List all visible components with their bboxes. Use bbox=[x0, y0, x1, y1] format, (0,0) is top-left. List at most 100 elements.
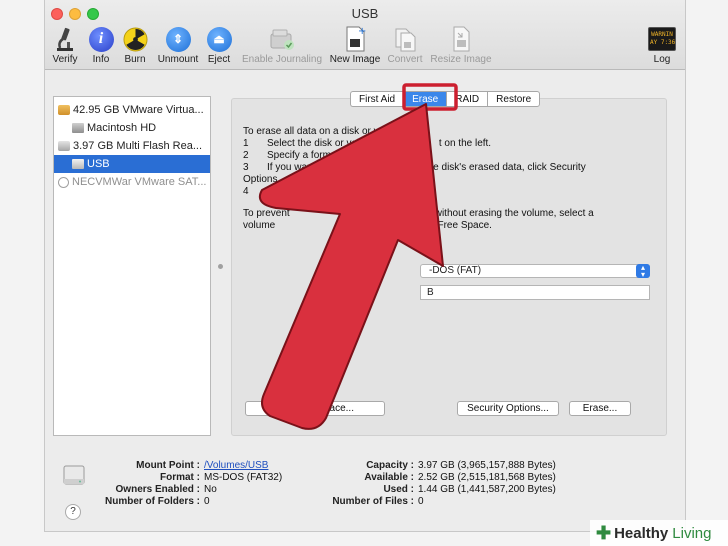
select-stepper-icon: ▴ ▾ bbox=[636, 264, 650, 279]
unmount-button[interactable]: ⇕ Unmount bbox=[155, 24, 201, 65]
unmount-icon: ⇕ bbox=[165, 26, 191, 52]
sidebar-item-label: Macintosh HD bbox=[87, 122, 157, 134]
background-left bbox=[0, 0, 44, 546]
info-owners-value: No bbox=[204, 484, 217, 495]
usb-disk-icon bbox=[58, 141, 70, 151]
name-field-value: B bbox=[427, 287, 434, 298]
convert-icon bbox=[395, 28, 416, 52]
burn-label: Burn bbox=[124, 54, 146, 65]
instructions-step-1: Select the disk or volu bbox=[267, 138, 365, 149]
name-field[interactable]: B bbox=[420, 285, 650, 300]
sidebar-item-usb[interactable]: USB bbox=[54, 155, 210, 173]
info-owners-label: Owners Enabled : bbox=[115, 484, 200, 495]
info-icon: i bbox=[88, 26, 114, 52]
sidebar-item-flash-reader[interactable]: 3.97 GB Multi Flash Rea... bbox=[54, 137, 210, 155]
new-image-button[interactable]: + New Image bbox=[328, 24, 382, 65]
instructions-step-4: Click Erase bbox=[267, 186, 318, 197]
console-log-icon: WARNIN AY 7:36 bbox=[648, 27, 676, 51]
step-number: 1 bbox=[243, 138, 249, 149]
sidebar-item-macintosh-hd[interactable]: Macintosh HD bbox=[54, 119, 210, 137]
instructions-step-3: If you want to pre bbox=[267, 162, 344, 173]
instructions-step-3-cont: Options. bbox=[243, 174, 281, 185]
info-files-value: 0 bbox=[418, 496, 424, 507]
log-icon-line-1: WARNIN bbox=[651, 31, 673, 38]
log-button[interactable]: WARNIN AY 7:36 Log bbox=[645, 24, 679, 65]
resize-image-label: Resize Image bbox=[430, 54, 492, 65]
eject-button[interactable]: ⏏ Eject bbox=[205, 24, 233, 65]
instructions-prevent-tail: leted files without erasing the volume, … bbox=[389, 208, 594, 219]
security-options-button[interactable]: Security Options... bbox=[457, 401, 559, 416]
journal-disk-icon bbox=[270, 29, 294, 50]
healthy-living-watermark: ✚ Healthy Living bbox=[590, 520, 728, 546]
background-right bbox=[686, 0, 728, 546]
instructions-step-1-tail: t on the left. bbox=[438, 138, 492, 149]
erase-instructions: To erase all data on a disk or volu 1 Sel… bbox=[243, 126, 653, 232]
info-mount-point-label: Mount Point : bbox=[136, 460, 200, 471]
instructions-step-3-tail: of the disk's erased data, click Securit… bbox=[413, 162, 586, 173]
info-available-value: 2.52 GB (2,515,181,568 Bytes) bbox=[418, 472, 556, 483]
info-folders-label: Number of Folders : bbox=[104, 496, 200, 507]
window-title: USB bbox=[351, 6, 379, 21]
tab-bar: First Aid Erase RAID Restore bbox=[350, 91, 541, 107]
titlebar: USB Verify i Info Burn ⇕ Unmount ⏏ Eject bbox=[45, 0, 685, 70]
new-image-label: New Image bbox=[329, 54, 381, 65]
watermark-brand: Healthy bbox=[614, 524, 669, 542]
tab-raid[interactable]: RAID bbox=[446, 91, 488, 107]
split-handle[interactable] bbox=[218, 264, 223, 269]
convert-button[interactable]: Convert bbox=[385, 24, 425, 65]
step-number: 4 bbox=[243, 186, 249, 197]
info-used-value: 1.44 GB (1,441,587,200 Bytes) bbox=[418, 484, 556, 495]
verify-button[interactable]: Verify bbox=[51, 24, 79, 65]
info-used-label: Used : bbox=[383, 484, 414, 495]
instructions-volume-tail: rase Free Space. bbox=[415, 220, 492, 231]
resize-image-button[interactable]: Resize Image bbox=[428, 24, 494, 65]
verify-label: Verify bbox=[52, 54, 78, 65]
watermark-brand-2: Living bbox=[672, 524, 712, 542]
sidebar-item-optical-drive[interactable]: NECVMWar VMware SAT... bbox=[54, 173, 210, 191]
info-mount-point-link[interactable]: /Volumes/USB bbox=[200, 460, 268, 472]
new-image-icon: + bbox=[346, 26, 366, 52]
help-button[interactable]: ? bbox=[65, 504, 81, 520]
sidebar-item-label: NECVMWar VMware SAT... bbox=[72, 176, 207, 188]
hard-disk-icon bbox=[58, 105, 70, 115]
health-plus-icon: ✚ bbox=[596, 522, 612, 543]
format-select-value: -DOS (FAT) bbox=[429, 265, 482, 276]
format-select[interactable]: -DOS (FAT) ▴ ▾ bbox=[420, 264, 650, 279]
svg-text:+: + bbox=[358, 26, 366, 37]
log-icon-line-2: AY 7:36 bbox=[650, 39, 676, 46]
volume-icon bbox=[72, 123, 84, 133]
radiation-icon bbox=[122, 26, 148, 52]
volume-info-right: Capacity :3.97 GB (3,965,157,888 Bytes) … bbox=[318, 460, 556, 508]
instructions-intro: To erase all data on a disk or volu bbox=[243, 126, 392, 137]
info-format-label: Format : bbox=[160, 472, 200, 483]
volume-info-left: Mount Point :/Volumes/USB Format : MS-DOS… bbox=[100, 460, 282, 508]
info-available-label: Available : bbox=[364, 472, 414, 483]
info-folders-value: 0 bbox=[204, 496, 210, 507]
sidebar-item-label: 3.97 GB Multi Flash Rea... bbox=[73, 140, 202, 152]
disk-list-sidebar: 42.95 GB VMware Virtua... Macintosh HD 3… bbox=[53, 96, 211, 436]
info-files-label: Number of Files : bbox=[332, 496, 414, 507]
tab-first-aid[interactable]: First Aid bbox=[350, 91, 404, 107]
log-label: Log bbox=[653, 54, 671, 65]
resize-image-icon bbox=[453, 26, 470, 52]
unmount-label: Unmount bbox=[157, 54, 199, 65]
sidebar-item-label: 42.95 GB VMware Virtua... bbox=[73, 104, 204, 116]
info-button[interactable]: i Info bbox=[87, 24, 115, 65]
info-capacity-label: Capacity : bbox=[366, 460, 414, 471]
eject-icon: ⏏ bbox=[206, 26, 232, 52]
sidebar-item-label: USB bbox=[87, 158, 110, 170]
info-capacity-value: 3.97 GB (3,965,157,888 Bytes) bbox=[418, 460, 556, 471]
burn-button[interactable]: Burn bbox=[121, 24, 149, 65]
enable-journaling-label: Enable Journaling bbox=[241, 54, 323, 65]
erase-free-space-button[interactable]: Space... bbox=[245, 401, 385, 416]
sidebar-item-vmware-disk[interactable]: 42.95 GB VMware Virtua... bbox=[54, 101, 210, 119]
enable-journaling-button[interactable]: Enable Journaling bbox=[239, 24, 325, 65]
instructions-step-2: Specify a format and bbox=[267, 150, 359, 161]
tab-erase[interactable]: Erase bbox=[403, 91, 447, 107]
microscope-icon bbox=[57, 27, 73, 51]
usb-drive-icon bbox=[63, 465, 85, 485]
tab-restore[interactable]: Restore bbox=[487, 91, 541, 107]
info-format-value: MS-DOS (FAT32) bbox=[204, 472, 283, 483]
erase-button[interactable]: Erase... bbox=[569, 401, 631, 416]
optical-drive-icon bbox=[58, 176, 69, 188]
